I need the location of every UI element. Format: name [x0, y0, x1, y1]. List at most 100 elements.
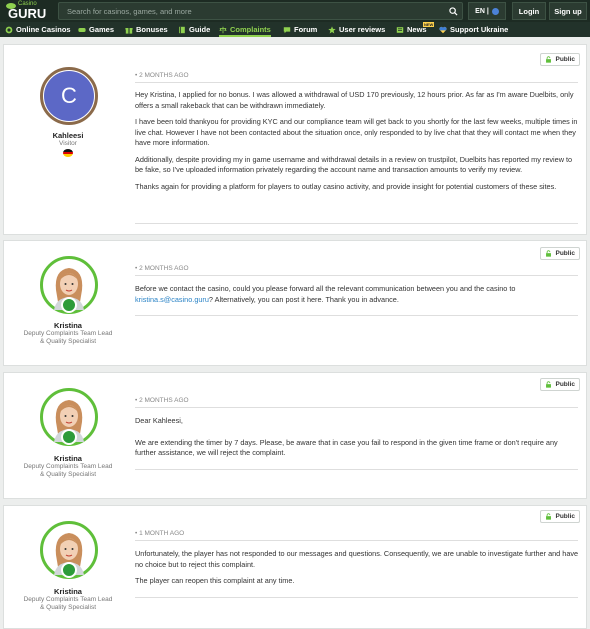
avatar: C	[44, 71, 94, 121]
complaint-post: C Kahleesi Visitor Public • 2 MONTHS AGO…	[3, 44, 587, 235]
star-icon	[328, 25, 336, 33]
post-date: • 2 MONTHS AGO	[135, 397, 189, 404]
unlock-icon	[546, 381, 552, 388]
nav-label: Support Ukraine	[450, 25, 509, 34]
language-label: EN |	[475, 7, 489, 15]
nav-label: Online Casinos	[16, 25, 71, 34]
post-body: Hey Kristina, I applied for no bonus. I …	[135, 90, 580, 198]
verified-staff-icon	[61, 562, 77, 578]
public-label: Public	[555, 513, 575, 520]
divider	[135, 540, 578, 541]
newspaper-icon	[396, 26, 404, 33]
signup-button[interactable]: Sign up	[549, 2, 587, 20]
author-role: Deputy Complaints Team Lead & Quality Sp…	[23, 463, 113, 478]
divider	[135, 407, 578, 408]
nav-label: Guide	[189, 25, 211, 34]
post-paragraph: Dear Kahleesi,	[135, 416, 183, 425]
post-paragraph: I have been told thankyou for providing …	[135, 117, 578, 147]
divider	[135, 223, 578, 224]
logo-big-text: GURU	[8, 6, 47, 21]
verified-staff-icon	[61, 297, 77, 313]
casino-chip-icon	[5, 26, 13, 33]
chat-icon	[283, 26, 291, 33]
post-date: • 2 MONTHS AGO	[135, 72, 189, 79]
nav-games[interactable]: Games	[78, 22, 114, 37]
germany-flag-icon	[63, 149, 73, 157]
main-nav: Online Casinos Games Bonuses Guide Compl…	[0, 22, 590, 37]
complaint-post: Kristina Deputy Complaints Team Lead & Q…	[3, 372, 587, 499]
ukraine-heart-icon	[439, 26, 447, 33]
search-input[interactable]	[59, 3, 439, 19]
nav-complaints[interactable]: Complaints	[219, 22, 271, 37]
post-paragraph: The player can reopen this complaint at …	[135, 576, 295, 585]
divider	[135, 82, 578, 83]
divider	[135, 275, 578, 276]
gamepad-icon	[78, 27, 86, 32]
avatar-letter: C	[61, 83, 77, 108]
complaint-post: Kristina Deputy Complaints Team Lead & Q…	[3, 505, 587, 629]
divider	[135, 597, 578, 598]
post-date-text: 2 MONTHS AGO	[139, 265, 189, 272]
nav-guide[interactable]: Guide	[178, 22, 210, 37]
post-paragraph: Additionally, despite providing my in ga…	[135, 154, 573, 175]
post-paragraph: Thanks again for providing a platform fo…	[135, 181, 557, 191]
public-label: Public	[555, 56, 575, 63]
author-role: Deputy Complaints Team Lead & Quality Sp…	[23, 330, 113, 345]
public-badge: Public	[540, 247, 580, 260]
author-name[interactable]: Kahleesi	[4, 131, 132, 140]
gift-icon	[125, 27, 133, 34]
language-selector[interactable]: EN |	[468, 2, 506, 20]
unlock-icon	[546, 513, 552, 520]
divider	[135, 315, 578, 316]
nav-news[interactable]: News	[396, 22, 427, 37]
globe-icon	[491, 7, 499, 15]
book-icon	[179, 26, 185, 33]
author-name[interactable]: Kristina	[4, 454, 132, 463]
post-date: • 2 MONTHS AGO	[135, 265, 189, 272]
author-name[interactable]: Kristina	[4, 587, 132, 596]
author-role: Deputy Complaints Team Lead & Quality Sp…	[23, 596, 113, 611]
author-role: Visitor	[59, 140, 77, 147]
unlock-icon	[546, 56, 552, 63]
public-badge: Public	[540, 53, 580, 66]
post-date-text: 1 MONTH AGO	[139, 530, 185, 537]
login-button[interactable]: Login	[512, 2, 546, 20]
author-name[interactable]: Kristina	[4, 321, 132, 330]
public-label: Public	[555, 250, 575, 257]
post-date: • 1 MONTH AGO	[135, 530, 185, 537]
complaint-post: Kristina Deputy Complaints Team Lead & Q…	[3, 240, 587, 366]
casino-guru-logo[interactable]: Casino GURU	[4, 1, 52, 21]
nav-bonuses[interactable]: Bonuses	[125, 22, 168, 37]
post-date-text: 2 MONTHS AGO	[139, 397, 189, 404]
post-paragraph: Hey Kristina, I applied for no bonus. I …	[135, 90, 574, 110]
nav-forum[interactable]: Forum	[283, 22, 317, 37]
nav-label: User reviews	[339, 25, 386, 34]
search-box	[58, 2, 463, 20]
post-body: Before we contact the casino, could you …	[135, 284, 580, 311]
search-icon[interactable]	[444, 3, 462, 19]
public-badge: Public	[540, 378, 580, 391]
new-badge: NEW	[423, 22, 435, 27]
public-badge: Public	[540, 510, 580, 523]
unlock-icon	[546, 250, 552, 257]
top-bar: Casino GURU EN | Login Sign up	[0, 0, 590, 22]
verified-staff-icon	[61, 429, 77, 445]
divider	[135, 469, 578, 470]
nav-label: Bonuses	[136, 25, 168, 34]
scale-icon	[219, 26, 227, 33]
post-text: Before we contact the casino, could you …	[135, 284, 516, 293]
post-text: ? Alternatively, you can post it here. T…	[208, 294, 399, 304]
nav-online-casinos[interactable]: Online Casinos	[5, 22, 71, 37]
post-date-text: 2 MONTHS AGO	[139, 72, 189, 79]
post-paragraph: We are extending the timer by 7 days. Pl…	[135, 437, 558, 458]
public-label: Public	[555, 381, 575, 388]
nav-label: Complaints	[230, 25, 271, 34]
post-body: Unfortunately, the player has not respon…	[135, 549, 580, 593]
email-link[interactable]: kristina.s@casino.guru	[135, 295, 209, 304]
post-paragraph: Unfortunately, the player has not respon…	[135, 549, 579, 569]
nav-user-reviews[interactable]: User reviews	[328, 22, 385, 37]
nav-support-ukraine[interactable]: Support Ukraine	[439, 22, 508, 37]
nav-label: Games	[89, 25, 115, 34]
nav-label: Forum	[294, 25, 318, 34]
post-paragraph: Before we contact the casino, could you …	[135, 284, 580, 305]
